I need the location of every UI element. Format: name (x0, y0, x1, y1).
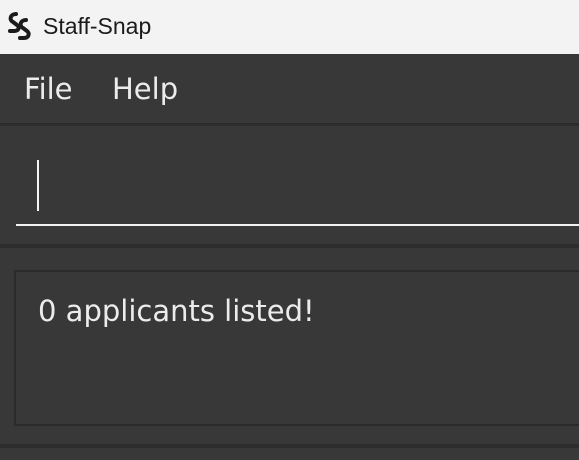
window-titlebar: Staff-Snap (0, 0, 579, 54)
command-divider (0, 244, 579, 248)
menu-file[interactable]: File (24, 70, 73, 108)
bottom-divider (0, 444, 579, 448)
menu-help[interactable]: Help (112, 70, 178, 108)
text-caret (37, 160, 39, 211)
menu-bar: File Help (0, 54, 579, 124)
result-message: 0 applicants listed! (38, 294, 315, 328)
command-box-panel (0, 126, 579, 244)
window-title: Staff-Snap (43, 13, 152, 39)
staff-snap-logo-icon (8, 12, 31, 40)
command-input[interactable] (16, 150, 579, 226)
result-display: 0 applicants listed! (14, 270, 579, 426)
